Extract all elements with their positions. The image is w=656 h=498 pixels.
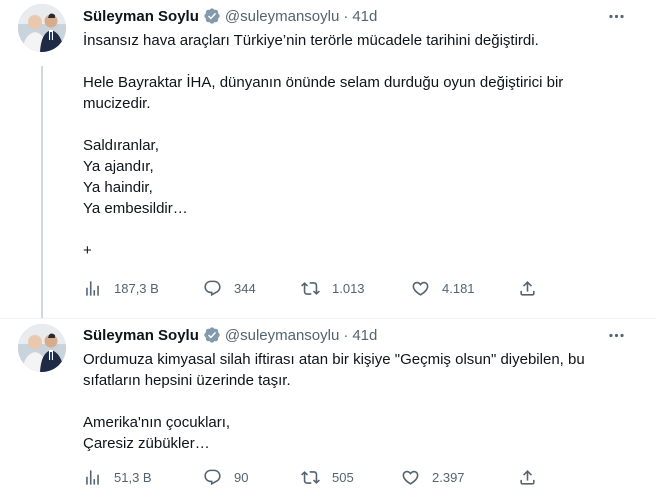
tweet-line: Ordumuza kimyasal silah iftirası atan bi… bbox=[83, 351, 585, 368]
retweet-count: 505 bbox=[332, 469, 354, 485]
author-name[interactable]: Süleyman Soylu bbox=[83, 327, 199, 344]
retweet-icon bbox=[301, 470, 320, 484]
author-name[interactable]: Süleyman Soylu bbox=[83, 8, 199, 25]
like-button[interactable]: 2.397 bbox=[401, 465, 465, 489]
avatar-column bbox=[18, 324, 66, 372]
like-button[interactable]: 4.181 bbox=[411, 276, 475, 300]
more-dots-icon[interactable] bbox=[604, 325, 628, 345]
tweet-line bbox=[83, 51, 633, 72]
tweet-line: Amerika'nın çocukları, bbox=[83, 414, 231, 431]
views-button[interactable]: 187,3 B bbox=[83, 276, 159, 300]
retweet-icon bbox=[301, 281, 320, 295]
author-handle[interactable]: @suleymansoylu bbox=[225, 327, 339, 344]
reply-count: 90 bbox=[234, 469, 249, 485]
tweet-text: İnsansız hava araçları Türkiye’nin terör… bbox=[83, 30, 633, 261]
reply-count: 344 bbox=[234, 280, 256, 296]
tweet-line: Hele Bayraktar İHA, dünyanın önünde sela… bbox=[83, 74, 564, 91]
avatar[interactable] bbox=[18, 324, 66, 372]
tweet-header: Süleyman Soylu @suleymansoylu · 41d bbox=[83, 325, 377, 345]
retweet-button[interactable]: 505 bbox=[301, 465, 354, 489]
tweet-line: Ya haindir, bbox=[83, 179, 153, 196]
author-handle[interactable]: @suleymansoylu bbox=[225, 8, 339, 25]
retweet-count: 1.013 bbox=[332, 280, 365, 296]
share-icon bbox=[520, 469, 535, 485]
tweet-text: Ordumuza kimyasal silah iftirası atan bi… bbox=[83, 349, 633, 454]
tweet-1[interactable]: Süleyman Soylu @suleymansoylu · 41d İnsa… bbox=[0, 0, 656, 319]
separator-dot: · bbox=[343, 7, 349, 25]
retweet-button[interactable]: 1.013 bbox=[301, 276, 365, 300]
tweet-line: sıfatların hepsini üzerinde taşır. bbox=[83, 372, 291, 389]
share-icon bbox=[520, 280, 535, 296]
more-dots-icon[interactable] bbox=[604, 6, 628, 26]
tweet-line: Ya embesildir… bbox=[83, 200, 188, 217]
tweet-line bbox=[83, 391, 633, 412]
avatar-column bbox=[18, 4, 66, 52]
tweet-line bbox=[83, 219, 633, 240]
tweet-line: mucizedir. bbox=[83, 95, 151, 112]
like-count: 2.397 bbox=[432, 469, 465, 485]
reply-icon bbox=[204, 280, 221, 296]
verified-badge-icon bbox=[203, 326, 221, 344]
views-count: 187,3 B bbox=[114, 280, 159, 296]
tweet-line bbox=[83, 114, 633, 135]
verified-badge-icon bbox=[203, 7, 221, 25]
reply-icon bbox=[204, 469, 221, 485]
tweet-line: İnsansız hava araçları Türkiye’nin terör… bbox=[83, 32, 539, 49]
separator-dot: · bbox=[343, 326, 349, 344]
action-bar: 187,3 B 344 1.013 4.181 bbox=[83, 276, 543, 300]
avatar[interactable] bbox=[18, 4, 66, 52]
views-count: 51,3 B bbox=[114, 469, 152, 485]
timestamp[interactable]: 41d bbox=[352, 327, 377, 344]
tweet-line: + bbox=[83, 242, 92, 259]
reply-button[interactable]: 344 bbox=[203, 276, 256, 300]
timestamp[interactable]: 41d bbox=[352, 8, 377, 25]
share-button[interactable] bbox=[518, 276, 537, 300]
reply-button[interactable]: 90 bbox=[203, 465, 248, 489]
share-button[interactable] bbox=[518, 465, 537, 489]
tweet-2[interactable]: Süleyman Soylu @suleymansoylu · 41d Ordu… bbox=[0, 319, 656, 498]
heart-icon bbox=[402, 470, 419, 485]
thread-connector-line bbox=[41, 66, 43, 318]
action-bar: 51,3 B 90 505 2.397 bbox=[83, 465, 543, 489]
tweet-line: Saldıranlar, bbox=[83, 137, 159, 154]
analytics-icon bbox=[86, 469, 99, 485]
like-count: 4.181 bbox=[442, 280, 475, 296]
heart-icon bbox=[412, 281, 429, 296]
tweet-header: Süleyman Soylu @suleymansoylu · 41d bbox=[83, 6, 377, 26]
tweet-line: Ya ajandır, bbox=[83, 158, 154, 175]
tweet-line: Çaresiz zübükler… bbox=[83, 435, 210, 452]
analytics-icon bbox=[86, 280, 99, 296]
views-button[interactable]: 51,3 B bbox=[83, 465, 152, 489]
